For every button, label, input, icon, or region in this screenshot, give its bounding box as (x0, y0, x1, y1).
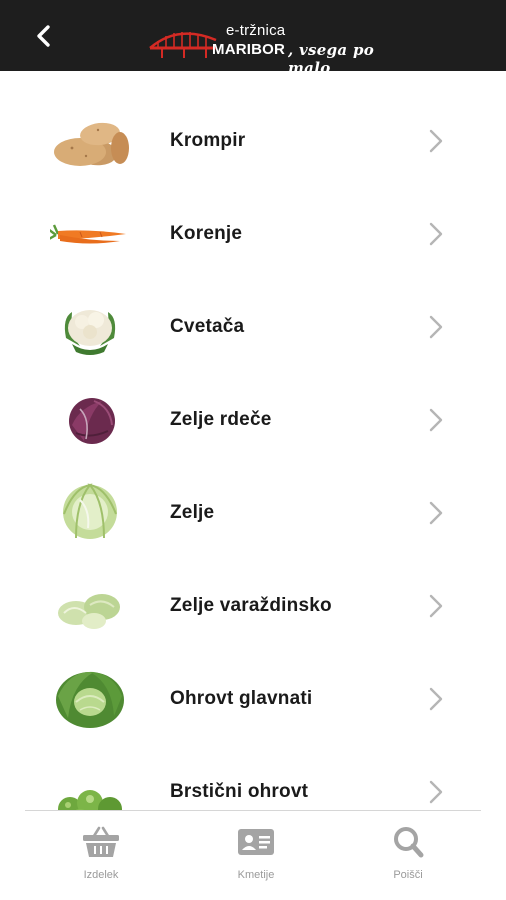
chevron-right-icon (429, 594, 443, 618)
app-logo: e-tržnica MARIBOR , vsega po malo (148, 20, 398, 77)
cabbage-icon (63, 483, 117, 539)
product-row-korenje[interactable]: Korenje (0, 187, 506, 280)
red-cabbage-icon (69, 398, 115, 444)
logo-top-text: e-tržnica (226, 22, 286, 39)
tab-poisci[interactable]: Poišči (353, 825, 463, 895)
tab-label: Izdelek (83, 869, 119, 881)
bridge-logo-icon (149, 32, 217, 58)
product-list: Krompir Korenje Cvetača Zelje rdeče Zelj… (0, 71, 506, 810)
product-row-zelje-rdece[interactable]: Zelje rdeče (0, 373, 506, 466)
app-header: e-tržnica MARIBOR , vsega po malo (0, 0, 506, 77)
product-name: Krompir (170, 129, 246, 151)
search-icon (394, 827, 424, 858)
product-name: Brstični ohrovt (170, 780, 309, 802)
chevron-right-icon (429, 687, 443, 711)
bottom-tab-bar: Izdelek Kmetije Poišči (0, 811, 506, 900)
product-row-ohrovt-glavnati[interactable]: Ohrovt glavnati (0, 652, 506, 745)
product-name: Korenje (170, 222, 243, 244)
tab-izdelek[interactable]: Izdelek (46, 825, 156, 895)
varazdin-cabbage-icon (58, 594, 120, 629)
tab-label: Poišči (393, 869, 423, 881)
cauliflower-icon (64, 310, 116, 355)
chevron-left-icon (37, 25, 50, 47)
brussels-sprouts-icon (58, 790, 122, 810)
chevron-right-icon (429, 780, 443, 804)
tab-kmetije[interactable]: Kmetije (201, 825, 311, 895)
product-row-zelje[interactable]: Zelje (0, 466, 506, 559)
chevron-right-icon (429, 408, 443, 432)
product-name: Zelje (170, 501, 215, 523)
product-name: Cvetača (170, 315, 245, 337)
product-name: Zelje varaždinsko (170, 594, 332, 616)
product-row-cvetaca[interactable]: Cvetača (0, 280, 506, 373)
tab-label: Kmetije (237, 869, 275, 881)
logo-main-text: MARIBOR (212, 41, 286, 58)
product-row-zelje-varazdinsko[interactable]: Zelje varaždinsko (0, 559, 506, 652)
potato-icon (54, 122, 129, 166)
carrot-icon (50, 224, 126, 244)
savoy-cabbage-icon (56, 671, 124, 728)
chevron-right-icon (429, 501, 443, 525)
product-name: Ohrovt glavnati (170, 687, 313, 709)
product-row-brsticni-ohrovt[interactable]: Brstični ohrovt (0, 745, 506, 810)
product-row-krompir[interactable]: Krompir (0, 94, 506, 187)
id-card-icon (238, 829, 274, 855)
chevron-right-icon (429, 222, 443, 246)
chevron-right-icon (429, 129, 443, 153)
product-name: Zelje rdeče (170, 408, 272, 430)
basket-icon (83, 826, 119, 857)
back-button[interactable] (26, 18, 62, 54)
chevron-right-icon (429, 315, 443, 339)
